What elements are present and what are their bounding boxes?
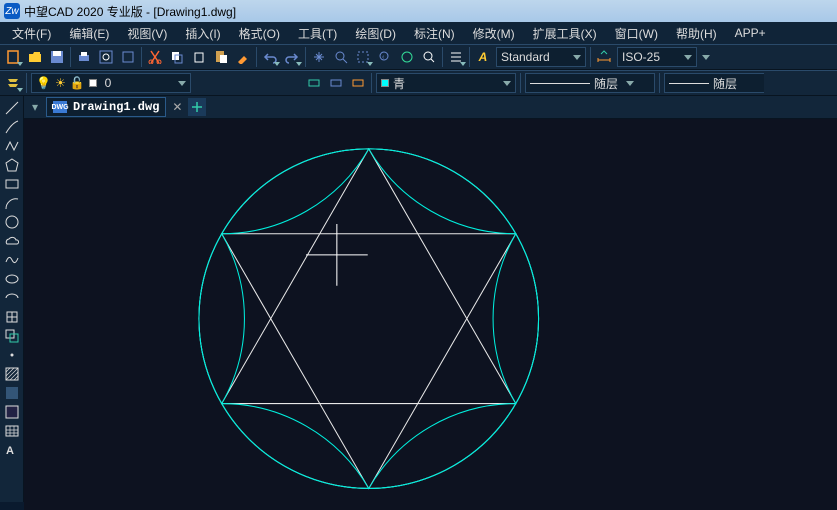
region-tool[interactable] xyxy=(2,402,22,421)
tab-label: Drawing1.dwg xyxy=(73,100,159,114)
ellipse-tool[interactable] xyxy=(2,269,22,288)
svg-text:A: A xyxy=(6,445,14,457)
light-on-icon: 💡 xyxy=(36,76,51,90)
ray-tool[interactable] xyxy=(2,117,22,136)
menu-bar: 文件(F) 编辑(E) 视图(V) 插入(I) 格式(O) 工具(T) 绘图(D… xyxy=(0,22,837,44)
print-button[interactable] xyxy=(73,46,95,68)
sun-icon: ☀ xyxy=(55,76,66,90)
zoom-realtime-button[interactable] xyxy=(330,46,352,68)
menu-draw[interactable]: 绘图(D) xyxy=(347,23,404,44)
dimstyle-icon[interactable] xyxy=(593,46,615,68)
layer-color-swatch xyxy=(89,79,97,87)
layer-state-button[interactable] xyxy=(347,72,369,94)
open-button[interactable] xyxy=(24,46,46,68)
menu-tools[interactable]: 工具(T) xyxy=(290,23,345,44)
draw-tool-palette: A xyxy=(0,96,24,502)
menu-help[interactable]: 帮助(H) xyxy=(668,23,725,44)
undo-button[interactable] xyxy=(259,46,281,68)
layer-toolbar: 💡 ☀ 🔓 青 随层 随层 xyxy=(0,70,837,96)
menu-app[interactable]: APP+ xyxy=(727,24,774,42)
textstyle-icon[interactable]: A xyxy=(472,46,494,68)
table-tool[interactable] xyxy=(2,421,22,440)
menu-view[interactable]: 视图(V) xyxy=(119,23,175,44)
zoom-extents-button[interactable] xyxy=(396,46,418,68)
menu-modify[interactable]: 修改(M) xyxy=(465,23,523,44)
drawing-content xyxy=(24,119,837,510)
dwg-file-icon: DWG xyxy=(53,101,67,113)
rectangle-tool[interactable] xyxy=(2,174,22,193)
insert-block-tool[interactable] xyxy=(2,307,22,326)
zoom-previous-button[interactable]: ‹ xyxy=(374,46,396,68)
more-dimstyle-button[interactable] xyxy=(699,46,713,68)
layer-iso-button[interactable] xyxy=(303,72,325,94)
properties-button[interactable] xyxy=(445,46,467,68)
ellipse-arc-tool[interactable] xyxy=(2,288,22,307)
standard-toolbar: ‹ A Standard ISO-25 xyxy=(0,44,837,70)
app-logo-icon: Zw xyxy=(4,3,20,19)
textstyle-combo[interactable]: Standard xyxy=(496,47,586,67)
layer-name-input[interactable] xyxy=(101,73,161,93)
cut-button[interactable] xyxy=(144,46,166,68)
menu-insert[interactable]: 插入(I) xyxy=(177,23,228,44)
pan-button[interactable] xyxy=(308,46,330,68)
document-tab[interactable]: DWG Drawing1.dwg xyxy=(46,97,166,117)
menu-format[interactable]: 格式(O) xyxy=(231,23,288,44)
dimstyle-combo[interactable]: ISO-25 xyxy=(617,47,697,67)
matchprop-button[interactable] xyxy=(232,46,254,68)
copy-button[interactable] xyxy=(166,46,188,68)
linetype-combo[interactable]: 随层 xyxy=(525,73,655,93)
gradient-tool[interactable] xyxy=(2,383,22,402)
menu-edit[interactable]: 编辑(E) xyxy=(61,23,117,44)
copyclip-button[interactable] xyxy=(188,46,210,68)
redo-button[interactable] xyxy=(281,46,303,68)
lineweight-combo[interactable]: 随层 xyxy=(664,73,764,93)
zoom-window-button[interactable] xyxy=(352,46,374,68)
magnifier-button[interactable] xyxy=(418,46,440,68)
new-button[interactable] xyxy=(2,46,24,68)
color-swatch-icon xyxy=(381,79,389,87)
make-block-tool[interactable] xyxy=(2,326,22,345)
lock-open-icon: 🔓 xyxy=(70,76,85,90)
drawing-canvas[interactable] xyxy=(24,119,837,510)
polygon-tool[interactable] xyxy=(2,155,22,174)
window-title: 中望CAD 2020 专业版 - [Drawing1.dwg] xyxy=(24,3,236,20)
title-bar: Zw 中望CAD 2020 专业版 - [Drawing1.dwg] xyxy=(0,0,837,22)
menu-file[interactable]: 文件(F) xyxy=(4,23,59,44)
layer-combo[interactable]: 💡 ☀ 🔓 xyxy=(31,73,191,93)
linetype-preview-icon xyxy=(530,83,590,84)
hatch-tool[interactable] xyxy=(2,364,22,383)
line-tool[interactable] xyxy=(2,98,22,117)
tab-close-button[interactable]: ✕ xyxy=(170,100,184,114)
circle-tool[interactable] xyxy=(2,212,22,231)
menu-dim[interactable]: 标注(N) xyxy=(406,23,463,44)
menu-ext-tools[interactable]: 扩展工具(X) xyxy=(525,23,605,44)
color-combo[interactable]: 青 xyxy=(376,73,516,93)
paste-button[interactable] xyxy=(210,46,232,68)
print-preview-button[interactable] xyxy=(95,46,117,68)
publish-button[interactable] xyxy=(117,46,139,68)
document-tab-row: ▾ DWG Drawing1.dwg ✕ xyxy=(24,96,837,119)
lineweight-preview-icon xyxy=(669,83,709,84)
layer-manager-button[interactable] xyxy=(2,72,24,94)
spline-tool[interactable] xyxy=(2,250,22,269)
save-button[interactable] xyxy=(46,46,68,68)
polyline-tool[interactable] xyxy=(2,136,22,155)
point-tool[interactable] xyxy=(2,345,22,364)
cloud-tool[interactable] xyxy=(2,231,22,250)
arc-tool[interactable] xyxy=(2,193,22,212)
new-tab-button[interactable] xyxy=(188,98,206,116)
tab-menu-button[interactable]: ▾ xyxy=(28,96,42,118)
mtext-tool[interactable]: A xyxy=(2,440,22,459)
layer-prev-button[interactable] xyxy=(325,72,347,94)
menu-window[interactable]: 窗口(W) xyxy=(607,23,666,44)
